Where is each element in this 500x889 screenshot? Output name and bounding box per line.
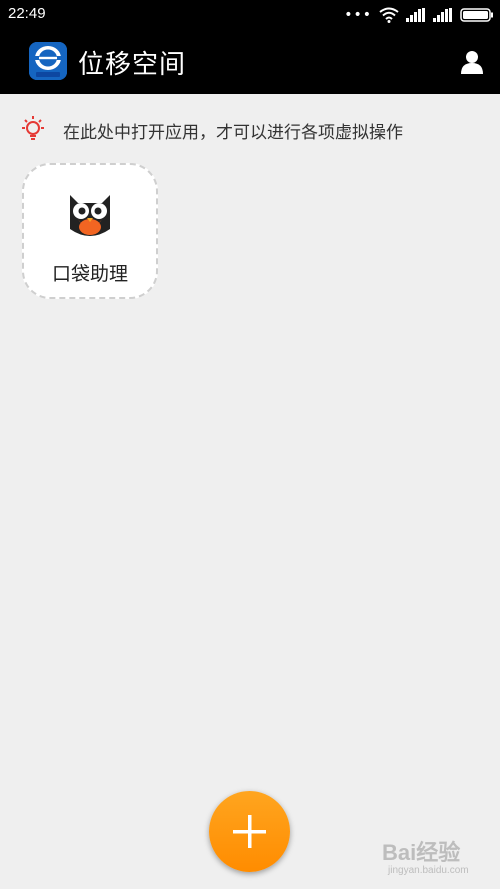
status-icons: ••• [344, 7, 494, 23]
baidu-watermark: Bai经验 jingyan.baidu.com [382, 835, 469, 876]
plus-icon [233, 815, 266, 848]
signal-icon [433, 8, 452, 22]
page-title: 位移空间 [78, 50, 187, 80]
lightbulb-icon [22, 116, 44, 140]
more-dots-icon: ••• [344, 7, 372, 23]
app-tile-koudai[interactable]: 口袋助理 [22, 163, 158, 299]
user-icon[interactable] [460, 50, 484, 74]
status-bar: 22:49 ••• [0, 0, 500, 30]
app-bar: 位移空间 [0, 30, 500, 94]
status-time: 22:49 [8, 5, 46, 22]
hint-row: 在此处中打开应用，才可以进行各项虚拟操作 [0, 112, 500, 146]
watermark-text: Bai经验 [382, 840, 461, 865]
owl-app-icon [62, 185, 118, 241]
watermark-sub: jingyan.baidu.com [388, 865, 469, 876]
add-app-button[interactable] [209, 791, 290, 872]
app-label: 口袋助理 [51, 263, 128, 285]
battery-icon [460, 8, 493, 22]
hint-text: 在此处中打开应用，才可以进行各项虚拟操作 [63, 123, 403, 143]
signal-icon [406, 8, 425, 22]
vmos-logo-icon [29, 42, 67, 80]
wifi-icon [379, 7, 399, 23]
